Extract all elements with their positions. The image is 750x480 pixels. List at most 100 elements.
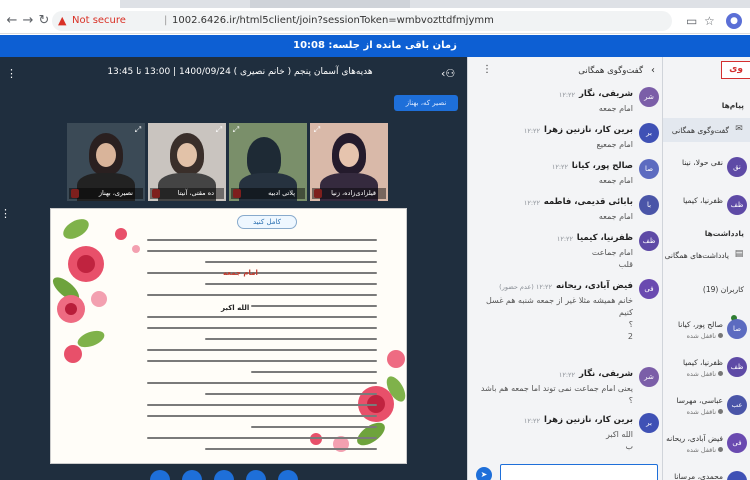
user-status: ناقفل شده [687, 446, 723, 454]
tab-strip [0, 0, 750, 8]
slide-header: کامل کنید [237, 215, 297, 229]
users-header: کاربران (19) [702, 285, 744, 294]
user-list-item[interactable]: ظف ظفرنیا، کیمیا ناقفل شده [663, 353, 750, 385]
chat-header: ⋮ گفت‌وگوی همگانی ‹ [468, 57, 663, 85]
user-list-item[interactable]: محمحمدی، مرساناناقفل شده [663, 467, 750, 480]
avatar[interactable]: صا [639, 159, 659, 179]
mic-button[interactable] [150, 470, 170, 480]
chat-title: گفت‌وگوی همگانی [578, 66, 643, 76]
raise-hand-button[interactable] [278, 470, 298, 480]
message-time: ۱۲:۲۲ [523, 199, 540, 207]
message-text: امام جماعت قلب [591, 248, 633, 269]
message-author: شریفی، نگار [579, 369, 633, 379]
screen-share-button[interactable] [246, 470, 266, 480]
user-list-item[interactable]: عب عباسی، مهرسا ناقفل شده [663, 391, 750, 423]
message-text: امام جمعیع [596, 140, 633, 149]
avatar[interactable]: فی [639, 279, 659, 299]
fullscreen-icon[interactable]: ⤢ [133, 125, 143, 135]
avatar[interactable]: شر [639, 367, 659, 387]
message-text: امام جمعه [598, 212, 633, 221]
avatar[interactable]: شر [639, 87, 659, 107]
notes-section: یادداشت‌ها [704, 229, 744, 238]
public-chat-item[interactable]: ✉ گفت‌وگوی همگانی [663, 118, 750, 142]
avatar[interactable]: بر [639, 123, 659, 143]
message-text: امام جمعه [598, 104, 633, 113]
address-bar[interactable]: ▲ Not secure | 1002.6426.ir/html5client/… [52, 11, 672, 31]
webcam-tile[interactable]: ⤢ قیلزادی‌زاده، زنیا [310, 123, 388, 201]
avatar[interactable]: بر [639, 413, 659, 433]
private-chat-item[interactable]: ظف ظفرنیا، کیمیا [663, 191, 750, 223]
webcam-tile[interactable]: ⤢ پلاتی ادبیه [229, 123, 307, 201]
audio-button[interactable] [182, 470, 202, 480]
browser-tab[interactable] [0, 0, 120, 8]
cast-icon[interactable]: ▭ [686, 14, 697, 28]
browser-tab[interactable] [250, 0, 410, 8]
chat-panel: ⋮ گفت‌وگوی همگانی ‹ شر شریفی، نگار امام جم… [467, 57, 663, 480]
message-time: ۱۲:۲۲ (عدم حضور) [499, 283, 552, 291]
message-time: ۱۲:۲۲ [551, 163, 568, 171]
avatar: ظف [727, 357, 747, 377]
webcam-name: قیلزادی‌زاده، زنیا [312, 188, 386, 199]
browser-toolbar: ← → ↻ ▲ Not secure | 1002.6426.ir/html5c… [0, 8, 750, 34]
user-name: ظفرنیا، کیمیا [682, 358, 723, 367]
profile-avatar[interactable]: ● [726, 13, 742, 29]
presenter-badge: نصیر که، بهناز [394, 95, 458, 111]
action-bar [150, 470, 310, 480]
send-icon[interactable]: ➤ [476, 467, 492, 480]
back-icon[interactable]: ← [4, 13, 20, 29]
reload-icon[interactable]: ↻ [36, 13, 52, 29]
private-chat-item[interactable]: نق نقی حولا، نینا [663, 153, 750, 185]
user-status: ناقفل شده [687, 370, 723, 378]
forward-icon[interactable]: → [20, 13, 36, 29]
notes-icon: ▤ [734, 249, 744, 259]
user-name: فیض آبادی، ریحانه [666, 434, 723, 443]
session-timer: زمان باقی مانده از جلسه: 10:08 [0, 35, 750, 57]
camera-button[interactable] [214, 470, 234, 480]
message-author: برین کار، نازنین زهرا [543, 415, 633, 425]
message-text: یعنی امام جماعت نمی توند اما جمعه هم باش… [480, 384, 633, 405]
user-name: صالح پور، کیانا [677, 320, 723, 329]
avatar: صا [727, 319, 747, 339]
bookmark-star-icon[interactable]: ☆ [704, 14, 715, 28]
message-author: ظفرنیا، کیمیا [576, 233, 633, 243]
chat-input[interactable] [500, 464, 658, 480]
message-text: خانم همیشه مثلا غیر از جمعه شنبه هم غسل … [486, 296, 633, 341]
webcam-strip: ⤢ نصیری، بهناز ⤢ ده مقتی، آنیتا ⤢ پلاتی … [67, 123, 389, 201]
shared-notes-item[interactable]: ▤ یادداشت‌های همگانی [663, 243, 750, 267]
message-time: ۱۲:۲۲ [558, 371, 575, 379]
avatar[interactable]: ظف [639, 231, 659, 251]
avatar: مح [727, 471, 747, 480]
chevron-left-icon[interactable]: ‹ [651, 65, 655, 76]
message-time: ۱۲:۲۲ [523, 127, 540, 135]
chat-bubble-icon: ✉ [735, 124, 743, 134]
fullscreen-icon[interactable]: ⤢ [214, 125, 224, 135]
message-time: ۱۲:۲۲ [523, 417, 540, 425]
user-list-item[interactable]: صا صالح پور، کیانا ناقفل شده [663, 315, 750, 347]
slide-highlight: امام جمعه [223, 269, 258, 277]
message-author: فیض آبادی، ریحانه [556, 281, 633, 291]
more-vert-icon[interactable]: ⋮ [0, 207, 11, 220]
webcam-tile[interactable]: ⤢ ده مقتی، آنیتا [148, 123, 226, 201]
user-list-item[interactable]: فی فیض آبادی، ریحانه ناقفل شده [663, 429, 750, 461]
presentation-area: ⋮ هدیه‌های آسمان پنجم ( خانم نصیری ) 140… [0, 57, 467, 480]
user-name: عباسی، مهرسا [676, 396, 723, 405]
message-time: ۱۲:۲۲ [558, 91, 575, 99]
more-options-icon[interactable]: ⋮ [6, 67, 17, 80]
avatar: فی [727, 433, 747, 453]
users-toggle-icon[interactable]: ‹⚇ [441, 67, 455, 80]
session-title: هدیه‌های آسمان پنجم ( خانم نصیری ) 1400/… [107, 67, 373, 77]
message-text: الله اکبر ب [606, 430, 633, 451]
brand-logo: وی [721, 61, 750, 79]
slide-highlight: الله اکبر [221, 304, 250, 312]
avatar: عب [727, 395, 747, 415]
url-text: 1002.6426.ir/html5client/join?sessionTok… [172, 15, 494, 26]
fullscreen-icon[interactable]: ⤢ [231, 125, 241, 135]
user-status: ناقفل شده [687, 332, 723, 340]
message-author: صالح پور، کیانا [571, 161, 633, 171]
user-status: ناقفل شده [687, 408, 723, 416]
webcam-name: پلاتی ادبیه [231, 188, 305, 199]
fullscreen-icon[interactable]: ⤢ [312, 125, 322, 135]
avatar[interactable]: با [639, 195, 659, 215]
webcam-tile[interactable]: ⤢ نصیری، بهناز [67, 123, 145, 201]
chat-options-icon[interactable]: ⋮ [482, 64, 492, 75]
